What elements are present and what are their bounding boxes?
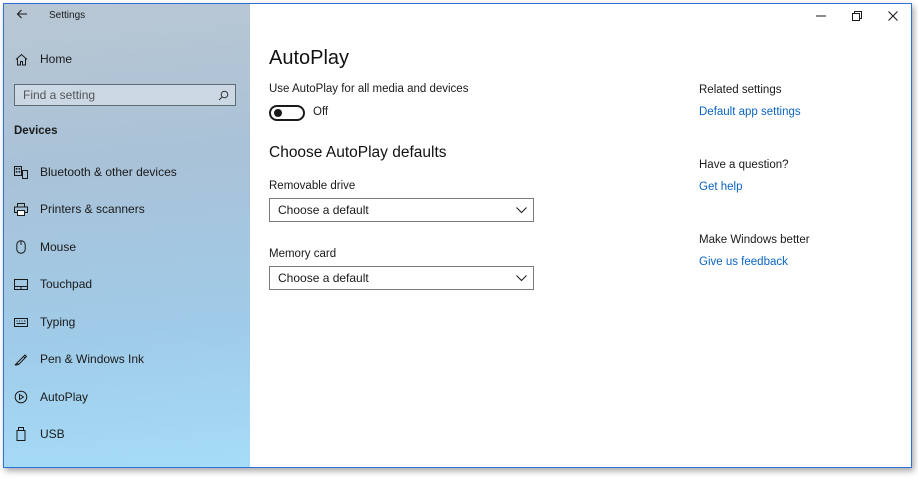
sidebar-item-mouse[interactable]: Mouse xyxy=(4,232,250,262)
page-title: AutoPlay xyxy=(269,47,350,69)
sidebar-item-label: Typing xyxy=(40,315,76,329)
usb-icon xyxy=(14,427,28,441)
get-help-link[interactable]: Get help xyxy=(699,181,742,193)
sidebar: Settings Home Devices Bluetooth & other … xyxy=(4,4,250,467)
restore-icon xyxy=(852,11,862,21)
related-settings-heading: Related settings xyxy=(699,84,782,96)
question-heading: Have a question? xyxy=(699,159,789,171)
touchpad-icon xyxy=(14,277,28,291)
sidebar-item-label: Bluetooth & other devices xyxy=(40,165,177,179)
removable-drive-label: Removable drive xyxy=(269,180,356,192)
search-input[interactable] xyxy=(23,88,217,102)
sidebar-item-label: Printers & scanners xyxy=(40,202,145,216)
main-content: AutoPlay Use AutoPlay for all media and … xyxy=(250,4,911,467)
search-box[interactable] xyxy=(14,84,236,106)
sidebar-item-label: Mouse xyxy=(40,240,77,254)
bluetooth-devices-icon xyxy=(14,165,28,179)
sidebar-item-usb[interactable]: USB xyxy=(4,419,250,449)
sidebar-item-label: USB xyxy=(40,427,65,441)
removable-drive-dropdown[interactable]: Choose a default xyxy=(269,198,534,222)
sidebar-item-touchpad[interactable]: Touchpad xyxy=(4,269,250,299)
section-heading-devices: Devices xyxy=(14,125,58,137)
search-icon[interactable] xyxy=(217,89,229,101)
sidebar-item-label: AutoPlay xyxy=(40,390,89,404)
removable-drive-value: Choose a default xyxy=(278,203,369,217)
memory-card-label: Memory card xyxy=(269,248,337,260)
give-feedback-link[interactable]: Give us feedback xyxy=(699,256,788,268)
app-title: Settings xyxy=(49,10,86,21)
memory-card-value: Choose a default xyxy=(278,271,369,285)
home-icon xyxy=(14,52,28,66)
sidebar-item-label: Pen & Windows Ink xyxy=(40,352,145,366)
make-windows-better-heading: Make Windows better xyxy=(699,234,810,246)
close-icon xyxy=(888,11,898,21)
chevron-down-icon xyxy=(515,204,527,216)
caption-buttons xyxy=(803,4,911,28)
keyboard-icon xyxy=(14,315,28,329)
minimize-icon xyxy=(816,15,826,17)
sidebar-item-home[interactable]: Home xyxy=(14,48,72,70)
sidebar-item-typing[interactable]: Typing xyxy=(4,307,250,337)
mouse-icon xyxy=(14,240,28,254)
back-arrow-icon[interactable] xyxy=(16,8,28,23)
sidebar-item-bluetooth[interactable]: Bluetooth & other devices xyxy=(4,157,250,187)
sidebar-item-label: Touchpad xyxy=(40,277,93,291)
restore-button[interactable] xyxy=(839,4,875,28)
close-button[interactable] xyxy=(875,4,911,28)
sidebar-item-autoplay[interactable]: AutoPlay xyxy=(4,382,250,412)
autoplay-toggle-label: Use AutoPlay for all media and devices xyxy=(269,83,469,95)
home-label: Home xyxy=(40,52,73,66)
toggle-state-text: Off xyxy=(313,106,329,118)
default-app-settings-link[interactable]: Default app settings xyxy=(699,106,801,118)
sidebar-item-printers[interactable]: Printers & scanners xyxy=(4,194,250,224)
sidebar-item-pen[interactable]: Pen & Windows Ink xyxy=(4,344,250,374)
title-bar: Settings xyxy=(4,4,250,28)
memory-card-dropdown[interactable]: Choose a default xyxy=(269,266,534,290)
chevron-down-icon xyxy=(515,272,527,284)
defaults-heading: Choose AutoPlay defaults xyxy=(269,144,447,161)
settings-window: Settings Home Devices Bluetooth & other … xyxy=(3,3,912,468)
toggle-knob xyxy=(274,109,282,117)
autoplay-icon xyxy=(14,390,28,404)
printer-icon xyxy=(14,202,28,216)
autoplay-toggle[interactable] xyxy=(269,105,305,121)
pen-icon xyxy=(14,352,28,366)
minimize-button[interactable] xyxy=(803,4,839,28)
